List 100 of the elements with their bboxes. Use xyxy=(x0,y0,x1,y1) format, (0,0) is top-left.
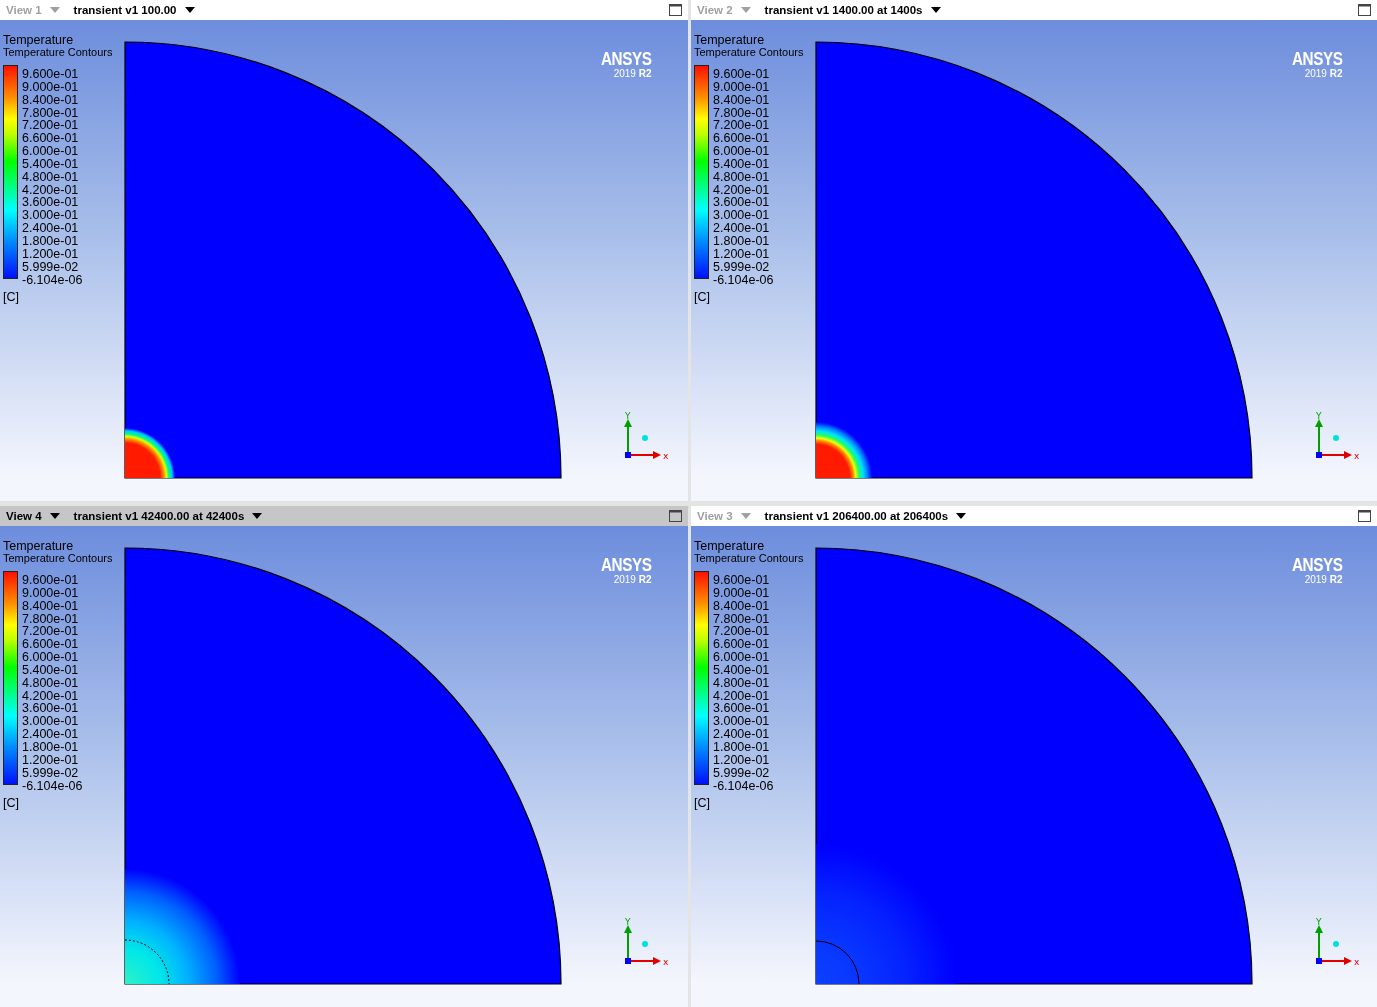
legend-value: 9.000e-01 xyxy=(713,80,771,94)
maximize-icon[interactable] xyxy=(1358,4,1371,16)
legend-subtitle: Temperature Contours xyxy=(694,46,805,58)
legend-unit: [C] xyxy=(3,796,20,811)
legend-value: 5.400e-01 xyxy=(22,663,80,677)
legend-value: 9.600e-01 xyxy=(713,574,771,587)
logo-text: ANSYS xyxy=(600,50,652,68)
axis-triad-drawing: Y x xyxy=(1315,411,1359,461)
legend-value: 7.800e-01 xyxy=(22,612,80,626)
legend-value: 5.999e-02 xyxy=(22,260,80,274)
legend-value: 3.600e-01 xyxy=(22,702,80,716)
legend-value: 1.200e-01 xyxy=(713,753,771,767)
legend-value: 2.400e-01 xyxy=(22,222,80,235)
legend-value: 6.000e-01 xyxy=(713,651,771,664)
legend-value: 3.000e-01 xyxy=(22,209,80,223)
legend-value: 5.400e-01 xyxy=(22,157,80,171)
logo-text: ANSYS xyxy=(1291,50,1343,68)
caret-icon[interactable] xyxy=(956,513,967,519)
legend-value: 3.600e-01 xyxy=(713,702,771,716)
legend-value: 5.400e-01 xyxy=(713,157,771,171)
legend-value: 3.600e-01 xyxy=(713,196,771,210)
axis-triad-drawing: Y x xyxy=(624,411,668,461)
legend-unit: [C] xyxy=(3,290,20,305)
legend-value: -6.104e-06 xyxy=(713,779,774,793)
maximize-icon[interactable] xyxy=(669,510,682,522)
legend-value: 2.400e-01 xyxy=(22,728,80,741)
legend-value: 3.000e-01 xyxy=(22,715,80,729)
view-label: View 4 xyxy=(6,510,42,522)
legend-value: 4.200e-01 xyxy=(22,183,80,197)
view-label: View 3 xyxy=(697,510,733,522)
legend-value: 5.999e-02 xyxy=(713,260,771,274)
legend-value: 2.400e-01 xyxy=(713,222,771,235)
legend-value: 3.600e-01 xyxy=(22,196,80,210)
legend-value: 2.400e-01 xyxy=(713,728,771,741)
view-title: transient v1 1400.00 at 1400s xyxy=(764,4,923,16)
legend-value: 7.200e-01 xyxy=(713,119,771,133)
legend-value: 8.400e-01 xyxy=(22,599,80,613)
caret-icon[interactable] xyxy=(252,513,263,519)
legend-value: 6.600e-01 xyxy=(22,638,80,652)
caret-icon[interactable] xyxy=(49,513,60,519)
legend-value: 3.000e-01 xyxy=(713,715,771,729)
axis-triad-drawing: Y x xyxy=(624,917,668,967)
view-label: View 2 xyxy=(697,4,733,16)
logo-text: ANSYS xyxy=(1291,556,1343,574)
legend-value: 4.800e-01 xyxy=(22,676,80,690)
legend-subtitle: Temperature Contours xyxy=(3,552,114,564)
legend-title: Temperature xyxy=(694,34,766,46)
legend-title: Temperature xyxy=(3,34,75,46)
view-label: View 1 xyxy=(6,4,42,16)
legend-value: 7.800e-01 xyxy=(713,612,771,626)
legend-value: 8.400e-01 xyxy=(22,93,80,107)
legend-subtitle: Temperature Contours xyxy=(694,552,805,564)
legend-value: 6.000e-01 xyxy=(713,145,771,158)
view-tab[interactable]: View 4 transient v1 42400.00 at 42400s xyxy=(0,506,688,526)
legend-value: 9.000e-01 xyxy=(22,586,80,600)
legend-unit: [C] xyxy=(694,796,711,811)
legend-value: 9.600e-01 xyxy=(22,574,80,587)
legend-value: 9.000e-01 xyxy=(22,80,80,94)
legend-value: 6.000e-01 xyxy=(22,651,80,664)
legend-value: 4.200e-01 xyxy=(713,183,771,197)
legend-value: 9.600e-01 xyxy=(22,68,80,81)
view-title: transient v1 206400.00 at 206400s xyxy=(764,510,949,522)
caret-icon[interactable] xyxy=(930,7,941,13)
legend-value: 7.200e-01 xyxy=(713,625,771,639)
legend-value: 8.400e-01 xyxy=(713,93,771,107)
view-title: transient v1 42400.00 at 42400s xyxy=(73,510,245,522)
legend-value: -6.104e-06 xyxy=(22,273,83,287)
legend-value: 5.999e-02 xyxy=(713,766,771,780)
legend-value: -6.104e-06 xyxy=(22,779,83,793)
legend-value: 7.200e-01 xyxy=(22,625,80,639)
legend-value: 9.600e-01 xyxy=(713,68,771,81)
maximize-icon[interactable] xyxy=(669,4,682,16)
maximize-icon[interactable] xyxy=(1358,510,1371,522)
legend-title: Temperature xyxy=(3,540,75,552)
legend-subtitle: Temperature Contours xyxy=(3,46,114,58)
legend-value: 9.000e-01 xyxy=(713,586,771,600)
legend-value: 4.200e-01 xyxy=(22,689,80,703)
legend-value: 6.600e-01 xyxy=(713,132,771,146)
legend-value: 1.200e-01 xyxy=(22,753,80,767)
legend-value: 5.999e-02 xyxy=(22,766,80,780)
legend-unit: [C] xyxy=(694,290,711,305)
legend-value: 1.200e-01 xyxy=(713,247,771,261)
legend-value: 5.400e-01 xyxy=(713,663,771,677)
logo-text: ANSYS xyxy=(600,556,652,574)
legend-value: 4.800e-01 xyxy=(713,170,771,184)
legend-value: 7.800e-01 xyxy=(713,106,771,120)
legend-value: 8.400e-01 xyxy=(713,599,771,613)
axis-triad-drawing: Y x xyxy=(1315,917,1359,967)
legend-value: 1.800e-01 xyxy=(713,234,771,248)
caret-icon[interactable] xyxy=(184,7,195,13)
legend-value: 4.200e-01 xyxy=(713,689,771,703)
legend-value: 1.800e-01 xyxy=(22,234,80,248)
legend-title: Temperature xyxy=(694,540,766,552)
legend-value: 6.600e-01 xyxy=(713,638,771,652)
legend-value: 1.200e-01 xyxy=(22,247,80,261)
legend-value: 4.800e-01 xyxy=(713,676,771,690)
legend-value: 1.800e-01 xyxy=(713,740,771,754)
legend-value: 3.000e-01 xyxy=(713,209,771,223)
version-text: 2019 R2 xyxy=(1304,574,1343,585)
legend-value: 6.000e-01 xyxy=(22,145,80,158)
